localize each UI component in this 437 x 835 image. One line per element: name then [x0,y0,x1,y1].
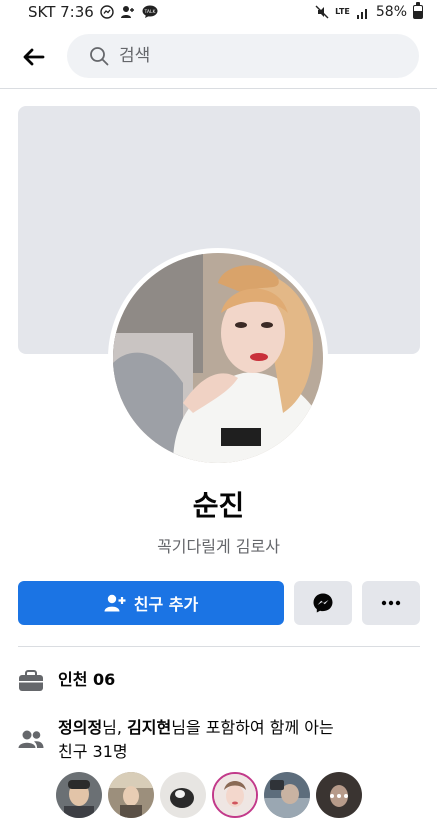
battery-percent: 58% [375,4,407,20]
profile-bio: 꼭기다릴게 김로사 [157,537,280,556]
mutual-friend-name-2[interactable]: 김지현 [127,718,171,737]
search-box[interactable] [67,34,419,78]
network-label: LTE [335,7,350,16]
messenger-icon [313,593,333,613]
more-icon [381,600,401,606]
mutual-suffix-2: 님을 포함하여 함께 아는 [171,718,334,737]
mutual-friend-avatar[interactable] [264,772,310,818]
work-text: 인천 06 [58,670,116,689]
mutual-friend-avatar[interactable] [56,772,102,818]
avatar [113,253,323,463]
lte-icon: LTE [335,8,350,16]
battery-fill [414,11,422,18]
status-left: SKT 7:36 TALK [28,3,158,21]
mutual-friend-avatar[interactable] [108,772,154,818]
svg-text:TALK: TALK [143,9,156,15]
header-divider [0,88,437,89]
battery-icon [413,2,423,19]
messenger-status-icon [100,5,114,19]
status-bar: SKT 7:36 TALK LTE 58% [0,0,437,24]
add-friend-label: 친구 추가 [133,595,199,614]
person-add-icon [104,594,126,612]
mutual-suffix-1: 님, [102,718,128,737]
talk-status-icon: TALK [142,5,158,19]
carrier-time: SKT 7:36 [28,3,94,21]
status-right: LTE 58% [315,2,423,20]
header [0,30,437,84]
friends-icon [18,726,44,752]
profile-name: 순진 [192,489,245,522]
mutual-friend-avatar[interactable] [160,772,206,818]
person-add-status-icon [120,5,136,19]
back-arrow-icon [23,48,45,66]
signal-icon [356,6,370,19]
back-button[interactable] [14,37,54,77]
section-divider [18,646,420,647]
mutual-count: 친구 31명 [58,742,128,761]
mute-icon [315,5,329,19]
message-button[interactable] [294,581,352,625]
mutual-friend-avatar[interactable] [212,772,258,818]
mutual-friends-text: 정의정님, 김지현님을 포함하여 함께 아는친구 31명 [58,716,334,764]
mutual-friends-row[interactable]: 정의정님, 김지현님을 포함하여 함께 아는친구 31명 [18,716,334,764]
mutual-friends-thumbnails [56,772,362,818]
work-row: 인천 06 [18,668,115,694]
profile-picture[interactable] [108,248,328,468]
search-input[interactable] [119,46,379,66]
search-icon [90,47,109,66]
mutual-friend-avatar[interactable] [316,772,362,818]
mutual-friend-name-1[interactable]: 정의정 [58,718,102,737]
briefcase-icon [18,668,44,694]
more-button[interactable] [362,581,420,625]
add-friend-button[interactable]: 친구 추가 [18,581,284,625]
